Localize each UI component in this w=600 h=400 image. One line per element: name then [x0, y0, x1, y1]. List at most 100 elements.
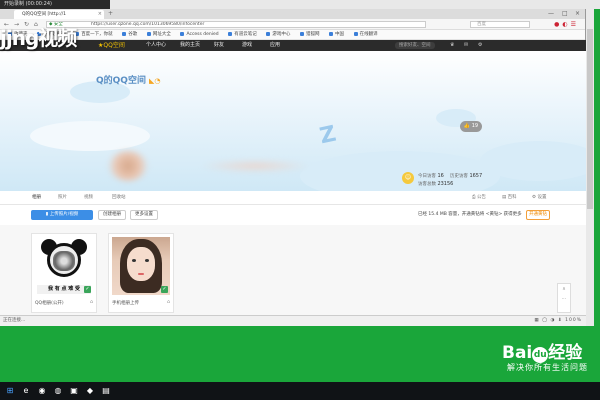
zoom-level[interactable]: ▦ ◯ ◑ ⬇ 100%: [534, 316, 582, 326]
qzone-z-logo: Z: [317, 121, 339, 150]
qzone-search-input[interactable]: 搜索好友、空间: [395, 42, 435, 49]
wiki-button[interactable]: ▤ 百科: [502, 191, 517, 205]
total-visitors: 访客总数 23156: [418, 181, 454, 187]
album-cover-portrait[interactable]: ✓: [112, 237, 170, 295]
blurred-avatar: [108, 151, 148, 181]
baidu-paw-icon: du: [532, 347, 549, 363]
album-cover-panda[interactable]: 我 有 点 难 受 ✓: [35, 237, 93, 295]
album-privacy-icon[interactable]: ⌂: [90, 299, 93, 305]
bookmark-item[interactable]: 中国: [329, 30, 344, 39]
create-album-button[interactable]: 创建相册: [98, 210, 126, 220]
status-text: 正在连接...: [3, 318, 26, 323]
album-toolbar: ▮ 上传照片/视频 创建相册 更多设置 已经 15.4 MB 容量，开通黄钻将 …: [0, 205, 586, 225]
tab-albums[interactable]: 相册: [32, 191, 41, 206]
windows-taskbar: ⊞ e ◉ ◍ ▣ ◆ ▤: [0, 382, 600, 400]
album-name[interactable]: QQ相册(公开): [35, 300, 64, 306]
explorer-icon[interactable]: ▣: [68, 385, 80, 397]
visitor-icon: ☺: [402, 172, 414, 184]
space-title: Q的QQ空间 ◣◔: [96, 76, 161, 86]
browser-status-bar: 正在连接... ▦ ◯ ◑ ⬇ 100%: [0, 315, 586, 326]
more-settings-button[interactable]: 更多设置: [130, 210, 158, 220]
minimize-button[interactable]: —: [548, 9, 554, 19]
album-name[interactable]: 手机相册上传: [112, 300, 139, 306]
page-scrollbar[interactable]: [586, 9, 594, 326]
fox-icon: [299, 31, 304, 36]
qzone-page: ★QQ空间 个人中心 我的主页 好友 游戏 应用 搜索好友、空间 ♛ ✉ ⚙ Q…: [0, 40, 586, 315]
maximize-button[interactable]: □: [562, 9, 568, 19]
nav-personal-center[interactable]: 个人中心: [146, 40, 166, 51]
video-watermark: jjng视频: [0, 26, 77, 50]
globe-icon: [146, 31, 151, 36]
browser-window: Q的QQ空间 [http://1 × + — □ × ← → ↻ ⌂ ◆ 安全 …: [0, 9, 586, 326]
album-card[interactable]: 我 有 点 难 受 ✓ QQ相册(公开) ⌂: [31, 233, 97, 313]
nav-friends[interactable]: 好友: [214, 40, 224, 51]
album-card[interactable]: ✓ 手机相册上传 ⌂: [108, 233, 174, 313]
today-visitors: 今日访客 16: [418, 173, 444, 179]
bookmark-item[interactable]: Access denied: [180, 30, 219, 39]
browser-search-input[interactable]: 百度: [470, 21, 530, 28]
note-icon: [228, 31, 233, 36]
like-button[interactable]: 👍 19: [460, 121, 482, 132]
globe-icon: [180, 31, 185, 36]
album-privacy-icon[interactable]: ⌂: [167, 299, 170, 305]
url-text: https://user.qzone.qq.com/1013069580/inf…: [91, 22, 205, 27]
bookmarks-bar: 收藏夹 手机收藏夹 百度一下，你就 谷歌 网址大全 Access denied …: [0, 30, 585, 40]
bookmark-item[interactable]: 有道云笔记: [228, 30, 257, 39]
tab-close-icon[interactable]: ×: [98, 10, 102, 19]
windows-start-icon[interactable]: ⊞: [4, 385, 16, 397]
tab-videos[interactable]: 视频: [84, 191, 93, 205]
capacity-text: 已经 15.4 MB 容量，开通黄钻将 <黄钻> 获得更多: [418, 212, 522, 217]
portrait-eye: [145, 259, 149, 262]
album-settings-button[interactable]: ⚙ 设置: [532, 191, 546, 205]
nav-apps[interactable]: 应用: [270, 40, 280, 51]
bookmark-item[interactable]: 在线翻译: [353, 30, 378, 39]
mail-icon[interactable]: ✉: [464, 40, 468, 51]
recording-indicator: 开始录制 (00:00:24): [0, 0, 110, 9]
qzone-top-nav: ★QQ空间 个人中心 我的主页 好友 游戏 应用 搜索好友、空间 ♛ ✉ ⚙: [0, 40, 586, 51]
cloud-decoration: [30, 121, 150, 151]
back-to-top-icon[interactable]: ∧: [558, 284, 570, 294]
album-subnav: 相册 照片 视频 回收站 ⎙ 公告 ▤ 百科 ⚙ 设置: [0, 191, 586, 206]
nav-games[interactable]: 游戏: [242, 40, 252, 51]
bookmark-item[interactable]: 谷歌: [122, 30, 137, 39]
scroll-thumb[interactable]: [587, 29, 593, 209]
blurred-nickname: [200, 159, 310, 173]
bookmark-item[interactable]: 网址大全: [146, 30, 171, 39]
bookmark-item[interactable]: 百度一下，你就: [75, 30, 113, 39]
baidu-slogan: 解决你所有生活问题: [507, 363, 588, 372]
vip-crown-icon[interactable]: ♛: [450, 40, 454, 51]
bookmark-item[interactable]: 游戏中心: [266, 30, 290, 39]
tab-recycle[interactable]: 回收站: [112, 191, 126, 205]
game-icon: [266, 31, 271, 36]
app-icon[interactable]: ◆: [84, 385, 96, 397]
browser-tab-qzone[interactable]: Q的QQ空间 [http://1 ×: [14, 10, 104, 19]
record-app-icon[interactable]: ◉: [36, 385, 48, 397]
browser-toolbar-icons[interactable]: ●◐☰: [554, 20, 579, 29]
check-badge-icon: ✓: [161, 286, 168, 293]
url-input[interactable]: ◆ 安全 https://user.qzone.qq.com/101306958…: [46, 21, 426, 28]
new-tab-button[interactable]: +: [108, 10, 113, 17]
close-window-button[interactable]: ×: [575, 9, 580, 19]
settings-gear-icon[interactable]: ⚙: [478, 40, 482, 51]
notice-button[interactable]: ⎙ 公告: [472, 191, 486, 205]
nav-my-home[interactable]: 我的主页: [180, 40, 200, 51]
flag-icon: [329, 31, 334, 36]
tab-photos[interactable]: 照片: [58, 191, 67, 205]
decorative-bird-icon: ◣◔: [148, 77, 161, 85]
bookmark-item[interactable]: 猎狐网: [299, 30, 319, 39]
qzone-logo[interactable]: ★QQ空间: [98, 40, 125, 51]
browser-ie-icon[interactable]: e: [20, 385, 32, 397]
portrait-mouth: [138, 273, 144, 275]
baidu-jingyan-logo: Bai du经验: [502, 343, 583, 363]
app-icon[interactable]: ▤: [100, 385, 112, 397]
browser-360-icon[interactable]: ◍: [52, 385, 64, 397]
upload-photo-button[interactable]: ▮ 上传照片/视频: [31, 210, 93, 220]
globe-icon: [122, 31, 127, 36]
translate-icon: [353, 31, 358, 36]
more-icon[interactable]: ⋯: [558, 294, 570, 304]
meme-face: [53, 251, 75, 271]
desktop-strip: [110, 0, 600, 9]
open-vip-button[interactable]: 开通黄钻: [526, 210, 550, 220]
space-cover: Q的QQ空间 ◣◔ Z 👍 19 ☺ 今日访客 16 历史访客 1657 访客总数…: [0, 51, 586, 201]
album-grid: 我 有 点 难 受 ✓ QQ相册(公开) ⌂ ✓ 手机相册上传 ⌂: [0, 225, 586, 315]
